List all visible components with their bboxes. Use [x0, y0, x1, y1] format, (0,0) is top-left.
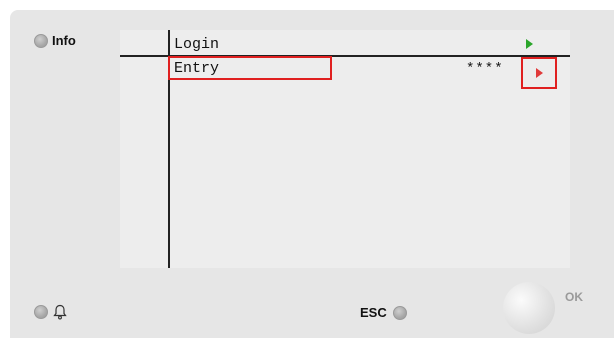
esc-label: ESC	[360, 305, 387, 320]
password-mask: ****	[466, 61, 504, 77]
ok-button[interactable]	[503, 282, 555, 334]
menu-row-label: Entry	[174, 60, 220, 77]
lcd-screen: Login Entry ****	[120, 30, 570, 268]
arrow-right-icon[interactable]	[522, 36, 536, 52]
ok-label: OK	[565, 290, 583, 304]
control-panel: Info Login Entry **** ESC OK	[10, 10, 614, 338]
info-label: Info	[52, 33, 76, 48]
esc-button[interactable]	[393, 306, 407, 320]
menu-row-entry[interactable]: Entry ****	[170, 57, 570, 89]
arrow-right-icon[interactable]	[521, 57, 557, 89]
menu-row-login[interactable]: Login	[170, 34, 570, 54]
alarm-led	[34, 305, 48, 319]
menu-row-label: Login	[174, 36, 220, 53]
bell-icon[interactable]	[53, 304, 67, 320]
info-led	[34, 34, 48, 48]
